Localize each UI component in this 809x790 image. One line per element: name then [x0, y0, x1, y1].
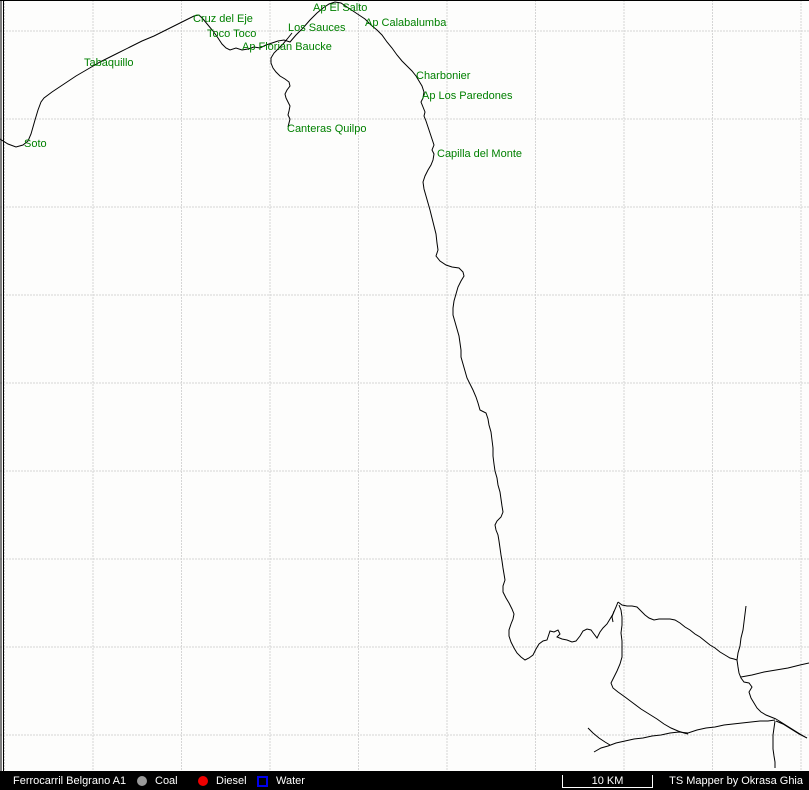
legend-item-label: Water [276, 775, 305, 787]
diesel-dot-icon [198, 776, 208, 786]
station-label: Tabaquillo [84, 58, 134, 69]
coal-dot-icon [137, 776, 147, 786]
railway-lines [0, 2, 809, 768]
station-label: Canteras Quilpo [287, 124, 367, 135]
station-label: Ap El Salto [313, 3, 367, 14]
station-label: Toco Toco [207, 29, 256, 40]
station-label: Soto [24, 139, 47, 150]
station-label: Cruz del Eje [193, 14, 253, 25]
legend-item-label: Diesel [216, 775, 247, 787]
rail-line-line-south-exit [773, 721, 775, 768]
map-canvas[interactable]: Soto Tabaquillo Cruz del Eje Toco Toco Ap Fl… [0, 0, 809, 771]
water-square-icon [257, 776, 268, 787]
status-bar: Ferrocarril Belgrano A1 CoalDieselWater … [0, 771, 809, 790]
credit-label: TS Mapper by Okrasa Ghia [669, 775, 803, 787]
legend-item-water: Water [257, 775, 305, 787]
rail-line-long-diagonal-southwest [594, 720, 775, 752]
railway-map-svg [0, 0, 809, 771]
rail-line-line-south-from-peak [611, 605, 688, 734]
station-label: Ap Calabalumba [365, 18, 446, 29]
legend-item-label: Coal [155, 775, 178, 787]
station-label: Charbonier [416, 71, 470, 82]
scale-bar: 10 KM [562, 775, 653, 788]
station-label: Ap Los Paredones [422, 91, 513, 102]
station-label: Ap Florian Baucke [242, 42, 332, 53]
legend-item-diesel: Diesel [198, 775, 247, 787]
grid-lines [0, 0, 809, 771]
rail-line-siding-spur-near-peak [612, 611, 614, 622]
station-label: Los Sauces [288, 23, 345, 34]
rail-line-line-east-exit [741, 663, 809, 677]
rail-line-line-junction-to-loop [737, 660, 776, 719]
route-name-label: Ferrocarril Belgrano A1 [13, 775, 126, 787]
rail-line-short-spur-bottom-left [588, 728, 610, 745]
rail-line-line-southeast-from-peak [618, 602, 737, 660]
station-label: Capilla del Monte [437, 149, 522, 160]
map-border [0, 0, 809, 771]
ts-mapper-window: Soto Tabaquillo Cruz del Eje Toco Toco Ap Fl… [0, 0, 809, 790]
legend-item-coal: Coal [137, 775, 178, 787]
rail-line-branch-north-right [737, 606, 746, 660]
